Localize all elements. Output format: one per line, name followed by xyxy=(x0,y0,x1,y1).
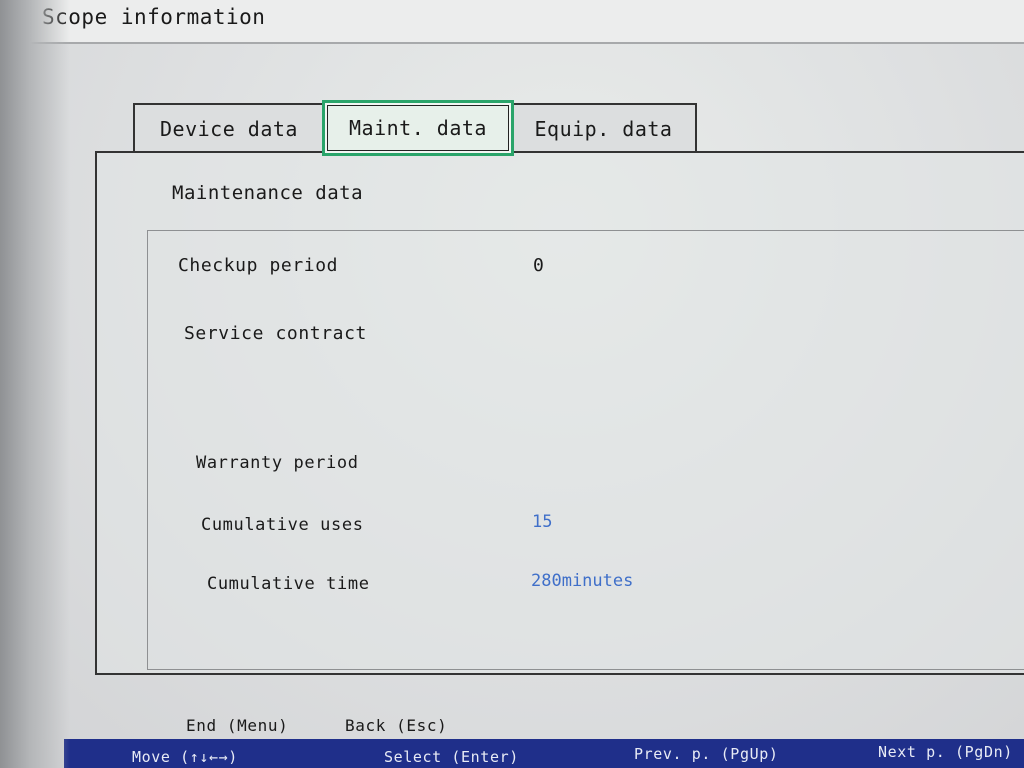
window-title: Scope information xyxy=(42,5,266,29)
maintenance-fields-panel xyxy=(147,230,1024,670)
back-esc-button[interactable]: Back (Esc) xyxy=(345,716,447,735)
tab-maint-data[interactable]: Maint. data xyxy=(322,100,514,156)
screen: Scope information Device data Maint. dat… xyxy=(0,0,1024,768)
tab-equip-data-label: Equip. data xyxy=(534,117,673,141)
cumulative-uses-label: Cumulative uses xyxy=(201,515,364,535)
warranty-period-label: Warranty period xyxy=(196,453,359,473)
hint-move: Move (↑↓←→) xyxy=(132,748,238,766)
checkup-period-label: Checkup period xyxy=(178,255,339,276)
tab-maint-data-label: Maint. data xyxy=(349,116,487,140)
cumulative-uses-value: 15 xyxy=(532,512,553,532)
cumulative-time-value: 280minutes xyxy=(531,571,634,591)
hint-select: Select (Enter) xyxy=(384,748,519,766)
service-contract-label: Service contract xyxy=(184,323,367,344)
cumulative-time-label: Cumulative time xyxy=(207,574,370,594)
title-bar: Scope information xyxy=(0,0,1024,44)
end-menu-button[interactable]: End (Menu) xyxy=(186,716,288,735)
checkup-period-value[interactable]: 0 xyxy=(533,255,544,276)
tab-equip-data[interactable]: Equip. data xyxy=(510,103,697,153)
hint-prev-page: Prev. p. (PgUp) xyxy=(634,745,779,763)
tab-device-data-label: Device data xyxy=(160,117,298,141)
tab-device-data[interactable]: Device data xyxy=(133,103,325,153)
key-hint-bar: Move (↑↓←→) Select (Enter) Prev. p. (PgU… xyxy=(64,739,1024,768)
hint-next-page: Next p. (PgDn) xyxy=(878,743,1013,761)
section-title: Maintenance data xyxy=(172,182,364,204)
